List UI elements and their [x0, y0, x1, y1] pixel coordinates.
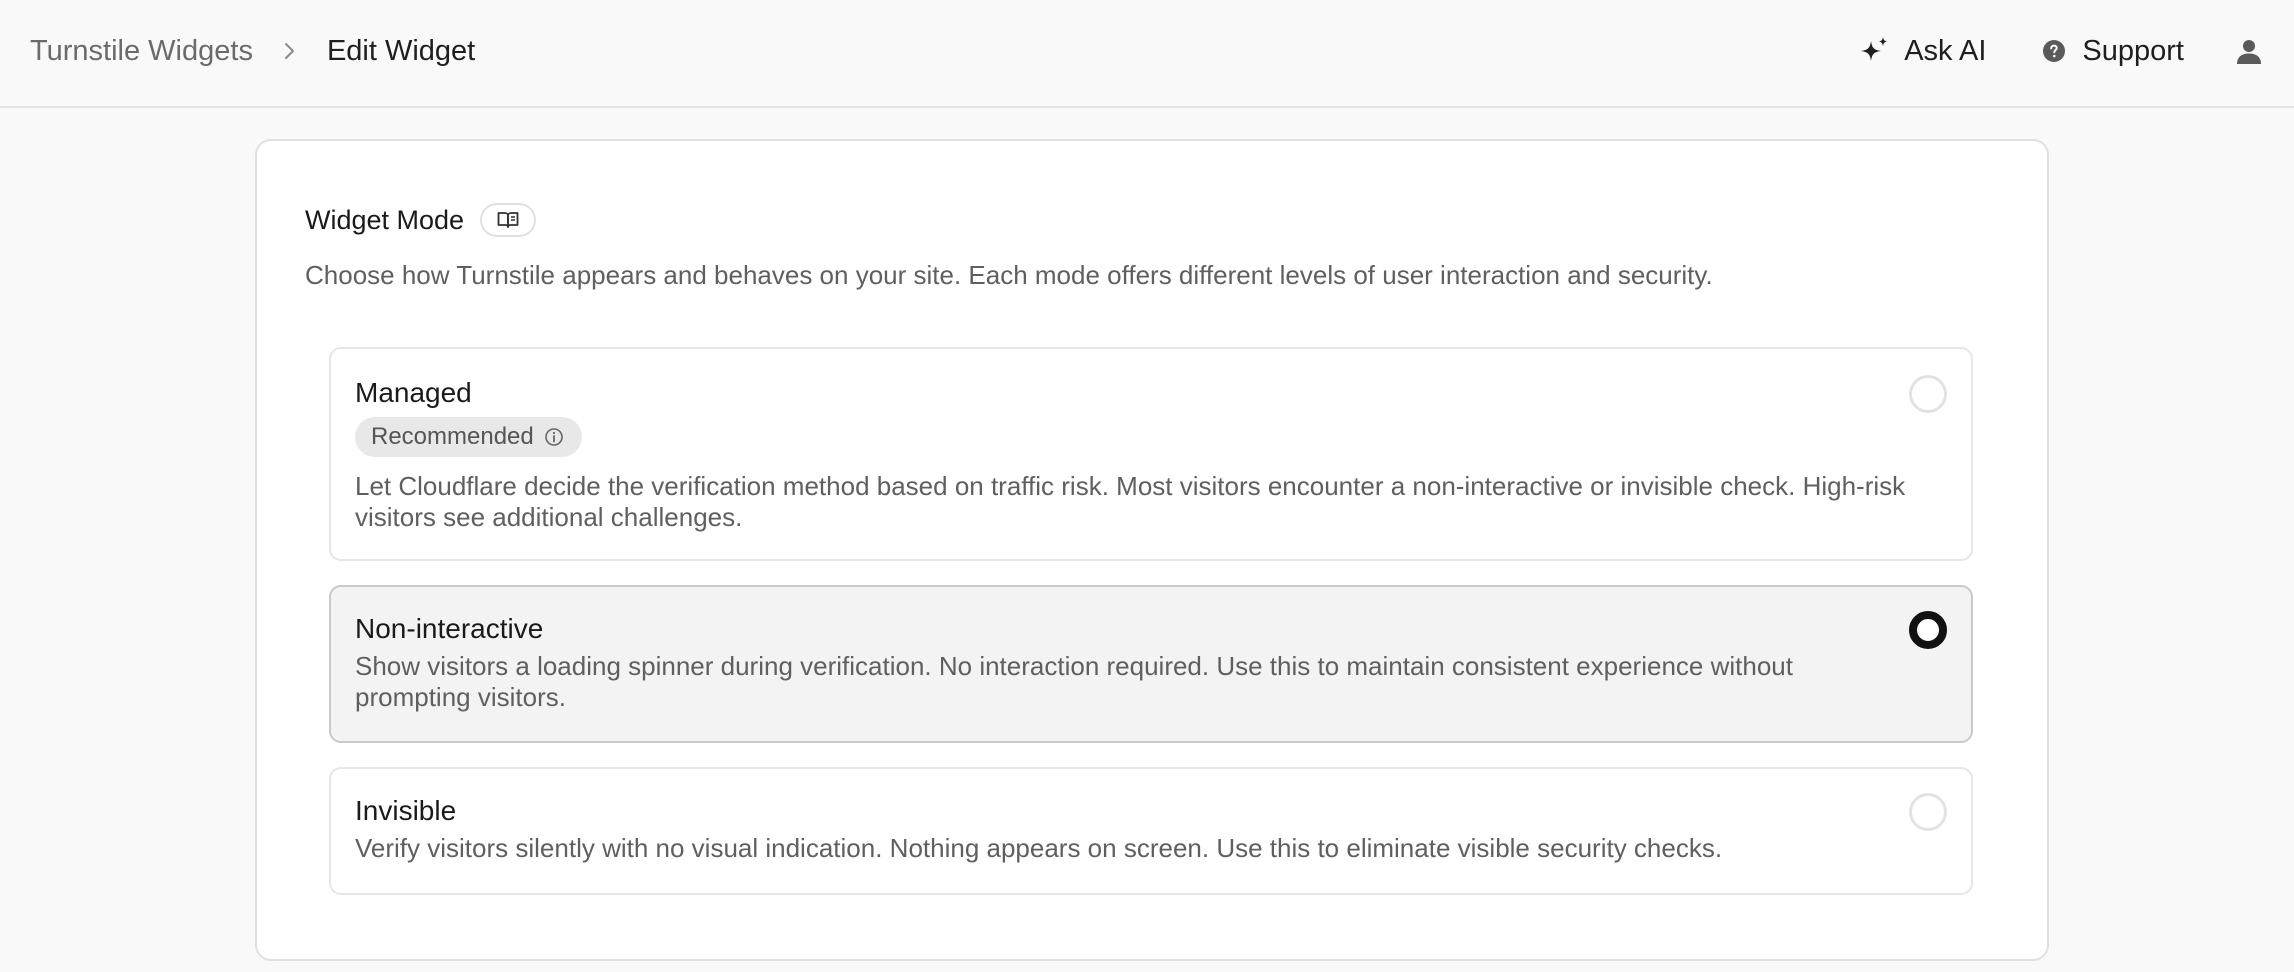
sparkle-icon [1861, 37, 1888, 61]
option-title: Managed [355, 377, 472, 408]
breadcrumb: Turnstile Widgets Edit Widget [30, 0, 475, 102]
widget-mode-description: Choose how Turnstile appears and behaves… [305, 260, 1713, 290]
badge-label: Recommended [371, 423, 534, 450]
widget-mode-card: Widget Mode Choose how Turnstile appears… [255, 139, 2049, 961]
header-actions: Ask AI Support [1858, 0, 2294, 102]
radio-non-interactive[interactable] [1909, 611, 1947, 649]
help-circle-icon [2043, 40, 2066, 62]
radio-invisible[interactable] [1909, 793, 1947, 831]
mode-option-managed[interactable]: Managed Recommended Let Cloudflare decid… [329, 347, 1973, 561]
option-description: Verify visitors silently with no visual … [355, 833, 1723, 863]
mode-option-non-interactive[interactable]: Non-interactive Show visitors a loading … [329, 585, 1973, 743]
support-button[interactable]: Support [2042, 35, 2184, 68]
user-icon [2237, 40, 2261, 64]
option-title: Invisible [355, 795, 457, 826]
option-title: Non-interactive [355, 613, 544, 644]
top-bar: Turnstile Widgets Edit Widget Ask AI Sup… [0, 0, 2294, 108]
support-label: Support [2082, 34, 2184, 67]
widget-mode-header: Widget Mode [305, 203, 537, 237]
widget-mode-title: Widget Mode [305, 204, 465, 235]
info-icon[interactable] [544, 427, 564, 447]
option-description: Let Cloudflare decide the verification m… [355, 471, 1906, 532]
docs-button[interactable] [480, 203, 537, 237]
book-icon [497, 212, 519, 228]
user-menu-button[interactable] [2234, 36, 2264, 66]
chevron-right-icon [284, 43, 294, 59]
ask-ai-button[interactable]: Ask AI [1858, 35, 1986, 68]
recommended-badge: Recommended [355, 417, 582, 457]
radio-managed[interactable] [1909, 375, 1947, 413]
option-description: Show visitors a loading spinner during v… [355, 651, 1793, 712]
mode-option-invisible[interactable]: Invisible Verify visitors silently with … [329, 767, 1973, 895]
breadcrumb-turnstile-widgets[interactable]: Turnstile Widgets [30, 35, 253, 68]
breadcrumb-edit-widget: Edit Widget [326, 34, 476, 67]
ask-ai-label: Ask AI [1904, 34, 1987, 67]
